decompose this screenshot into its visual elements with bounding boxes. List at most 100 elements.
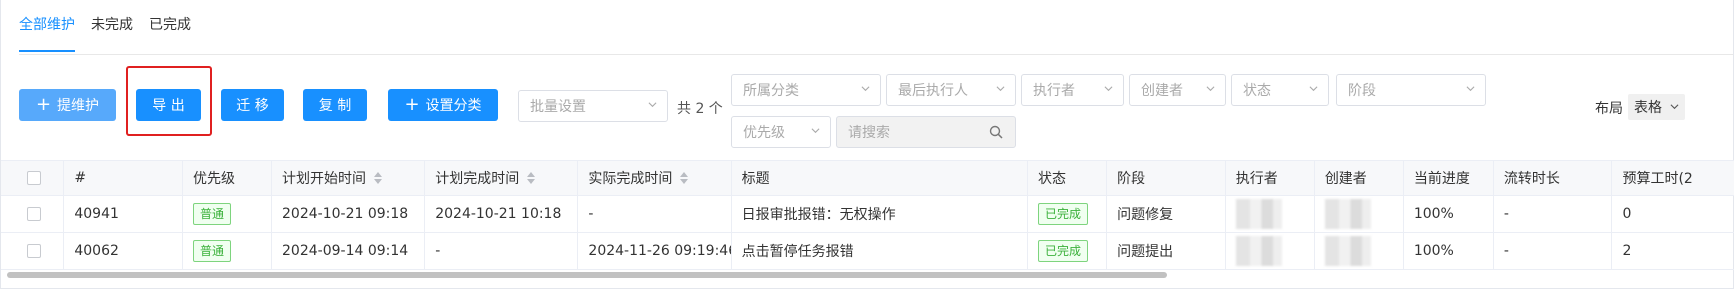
header-title: 标题 [732,161,1029,195]
cell-title[interactable]: 日报审批报错：无权操作 [732,196,1029,232]
tab-all-maintenance[interactable]: 全部维护 [19,0,75,54]
cell-executor [1226,196,1315,232]
executor-avatar-blurred [1235,236,1282,266]
row-checkbox[interactable] [27,207,41,221]
chevron-down-icon [1466,86,1475,92]
cell-budget-hours: 2 [1622,243,1632,259]
header-actual-end[interactable]: 实际完成时间 [578,161,732,195]
status-tabs: 全部维护 未完成 已完成 [19,0,207,54]
chevron-down-icon [811,128,820,134]
stage-select[interactable]: 阶段 [1336,74,1486,106]
search-placeholder: 请搜索 [848,125,890,141]
select-all-cell [1,161,65,195]
header-creator: 创建者 [1315,161,1404,195]
header-plan-start[interactable]: 计划开始时间 [272,161,426,195]
layout-value: 表格 [1634,100,1662,116]
header-executor: 执行者 [1226,161,1315,195]
category-select[interactable]: 所属分类 [731,74,881,106]
chevron-down-icon [1670,104,1679,110]
chevron-down-icon [648,102,657,108]
header-progress: 当前进度 [1404,161,1494,195]
status-badge: 已完成 [1038,203,1089,225]
priority-placeholder: 优先级 [743,125,785,141]
priority-badge: 普通 [193,240,232,262]
set-category-label: 设置分类 [425,98,482,114]
executor-avatar-blurred [1235,199,1282,229]
chevron-down-icon [861,86,870,92]
chevron-down-icon [1206,86,1215,92]
batch-settings-select[interactable]: 批量设置 [518,90,668,122]
header-stage: 阶段 [1107,161,1226,195]
horizontal-scrollbar[interactable] [7,272,1167,278]
cell-flow-duration: - [1494,233,1613,269]
cell-stage: 问题提出 [1107,233,1226,269]
cell-status: 已完成 [1028,196,1108,232]
plus-icon: + [404,94,420,115]
creator-avatar-blurred [1324,199,1371,229]
status-select[interactable]: 状态 [1231,74,1329,106]
set-category-button[interactable]: + 设置分类 [388,89,498,121]
tab-completed[interactable]: 已完成 [149,0,191,54]
cell-id: 40941 [64,196,183,232]
table-row[interactable]: 40062 普通 2024-09-14 09:14 - 2024-11-26 0… [1,233,1734,270]
header-status: 状态 [1028,161,1108,195]
cell-stage: 问题修复 [1107,196,1226,232]
last-executor-placeholder: 最后执行人 [898,83,968,99]
header-plan-start-label: 计划开始时间 [282,171,367,187]
maintenance-page: 全部维护 未完成 已完成 + 提维护 导 出 迁 移 复 制 + 设置分类 批量… [0,0,1734,289]
creator-select[interactable]: 创建者 [1129,74,1226,106]
row-select-cell [1,196,65,232]
highlight-annotation-box [126,66,212,136]
stage-placeholder: 阶段 [1348,83,1376,99]
creator-avatar-blurred [1324,236,1371,266]
priority-select[interactable]: 优先级 [731,116,831,148]
status-placeholder: 状态 [1243,83,1271,99]
cell-progress: 100% [1404,196,1494,232]
header-plan-end[interactable]: 计划完成时间 [425,161,579,195]
cell-actual-end: 2024-11-26 09:19:46 [578,233,732,269]
layout-label: 布局 [1595,101,1623,117]
search-icon[interactable] [989,125,1003,139]
select-all-checkbox[interactable] [27,171,41,185]
header-flow-duration: 流转时长 [1494,161,1613,195]
layout-select[interactable]: 表格 [1628,94,1685,120]
cell-executor [1226,233,1315,269]
search-input[interactable]: 请搜索 [836,116,1016,148]
executor-placeholder: 执行者 [1033,83,1075,99]
last-executor-select[interactable]: 最后执行人 [886,74,1016,106]
batch-settings-placeholder: 批量设置 [530,99,586,115]
row-select-cell [1,233,65,269]
cell-title[interactable]: 点击暂停任务报错 [732,233,1029,269]
cell-id: 40062 [64,233,183,269]
cell-creator [1315,196,1404,232]
migrate-button[interactable]: 迁 移 [221,89,284,121]
table-header-row: # 优先级 计划开始时间 计划完成时间 实际完成时间 标题 状态 阶段 执行者 … [1,160,1734,196]
migrate-label: 迁 移 [236,98,269,114]
executor-select[interactable]: 执行者 [1021,74,1124,106]
cell-flow-duration: - [1494,196,1613,232]
sort-icon[interactable] [527,172,536,184]
cell-priority: 普通 [183,196,273,232]
chevron-down-icon [996,86,1005,92]
add-maintenance-button[interactable]: + 提维护 [19,89,116,121]
category-placeholder: 所属分类 [743,83,799,99]
chevron-down-icon [1309,86,1318,92]
header-plan-end-label: 计划完成时间 [435,171,520,187]
cell-plan-end: - [425,233,579,269]
cell-progress: 100% [1404,233,1494,269]
sort-icon[interactable] [680,172,689,184]
header-budget-hours: 预算工时(2 [1622,171,1693,187]
copy-label: 复 制 [318,98,352,114]
tab-incomplete[interactable]: 未完成 [91,0,133,54]
sort-icon[interactable] [374,172,383,184]
creator-placeholder: 创建者 [1141,83,1183,99]
row-checkbox[interactable] [27,244,41,258]
header-actual-end-label: 实际完成时间 [588,171,673,187]
cell-plan-start: 2024-10-21 09:18 [272,196,426,232]
cell-creator [1315,233,1404,269]
cell-priority: 普通 [183,233,273,269]
cell-status: 已完成 [1028,233,1108,269]
copy-button[interactable]: 复 制 [303,89,367,121]
table-row[interactable]: 40941 普通 2024-10-21 09:18 2024-10-21 10:… [1,196,1734,233]
header-id: # [64,161,183,195]
